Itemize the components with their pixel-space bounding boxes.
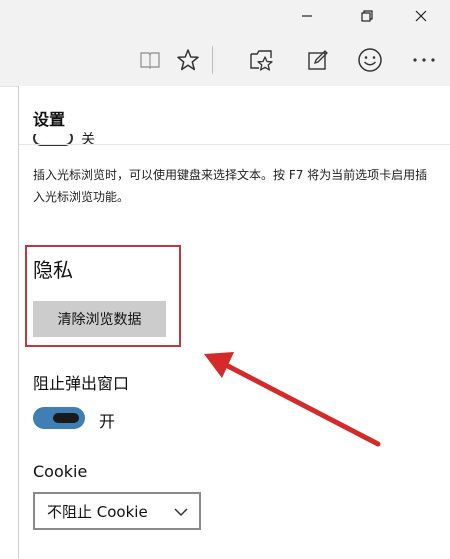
restore-icon[interactable] bbox=[344, 0, 390, 32]
browser-toolbar bbox=[0, 34, 450, 87]
clear-browsing-data-button[interactable]: 清除浏览数据 bbox=[33, 301, 166, 337]
settings-title: 设置 bbox=[33, 110, 66, 129]
cookie-label: Cookie bbox=[33, 462, 88, 481]
close-icon[interactable] bbox=[398, 0, 444, 32]
scroll-divider bbox=[19, 144, 450, 145]
cookie-selected-value: 不阻止 Cookie bbox=[47, 502, 148, 521]
cookie-dropdown[interactable]: 不阻止 Cookie bbox=[33, 492, 201, 530]
caret-browsing-state: 关 bbox=[81, 132, 95, 144]
feedback-smiley-icon[interactable] bbox=[354, 44, 386, 76]
minimize-icon[interactable] bbox=[284, 0, 330, 32]
reading-view-icon[interactable] bbox=[134, 44, 166, 76]
settings-pane: 设置 关 插入光标浏览时，可以使用键盘来选择文本。按 F7 将为当前选项卡启用插… bbox=[18, 86, 450, 559]
hub-icon[interactable] bbox=[246, 44, 278, 76]
block-popups-state: 开 bbox=[99, 412, 116, 431]
caret-browsing-description: 插入光标浏览时，可以使用键盘来选择文本。按 F7 将为当前选项卡启用插入光标浏览… bbox=[33, 168, 428, 204]
web-note-icon[interactable] bbox=[302, 44, 334, 76]
block-popups-toggle[interactable] bbox=[33, 407, 85, 429]
block-popups-label: 阻止弹出窗口 bbox=[33, 374, 130, 393]
title-bar bbox=[0, 0, 450, 34]
more-icon[interactable] bbox=[408, 44, 440, 76]
toggle-knob bbox=[53, 413, 79, 423]
chevron-down-icon bbox=[173, 504, 189, 523]
toolbar-separator bbox=[212, 46, 213, 74]
favorite-star-icon[interactable] bbox=[172, 44, 204, 76]
privacy-heading: 隐私 bbox=[33, 258, 73, 282]
caret-browsing-toggle[interactable] bbox=[33, 134, 73, 150]
